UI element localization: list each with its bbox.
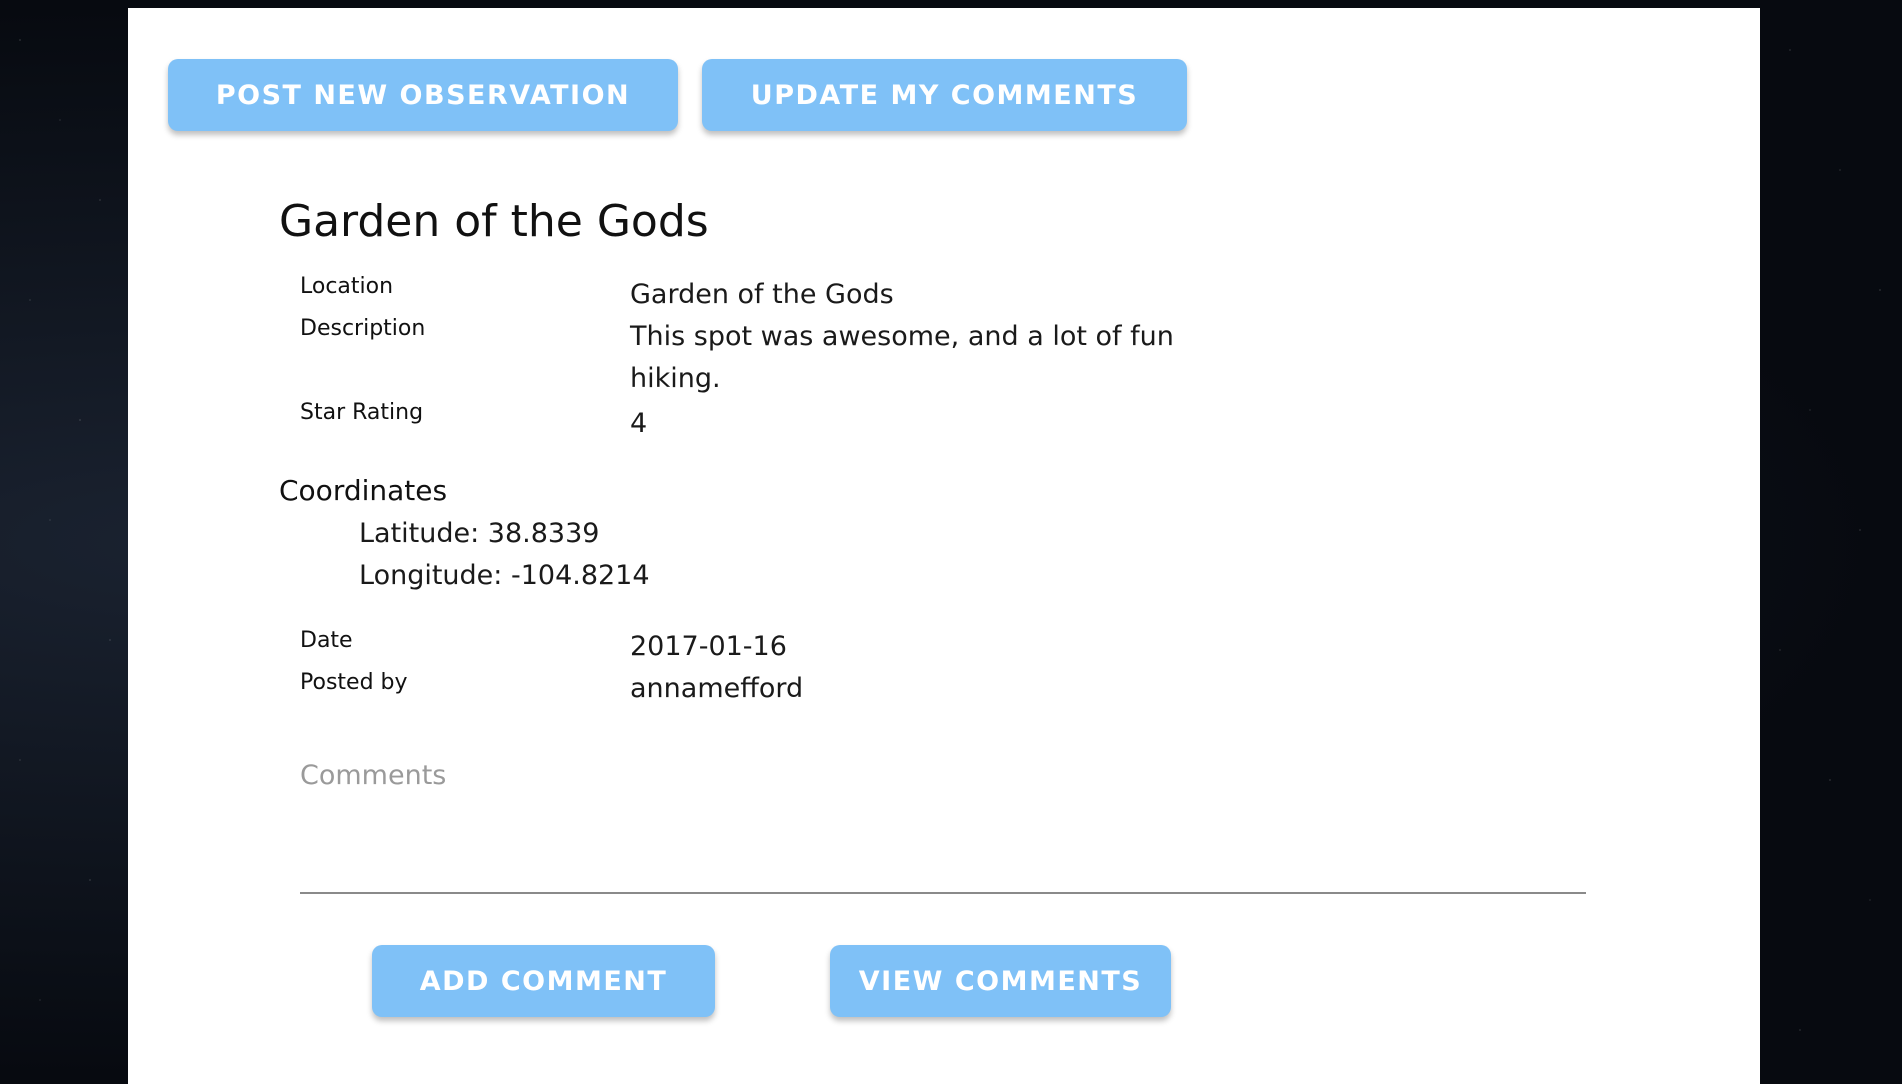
add-comment-button[interactable]: ADD COMMENT [372,945,715,1017]
description-label: Description [300,316,426,341]
date-label: Date [300,628,353,653]
star-rating-label: Star Rating [300,400,424,425]
comments-input[interactable] [300,758,1586,894]
observation-panel: POST NEW OBSERVATION UPDATE MY COMMENTS … [128,8,1760,1084]
location-label: Location [300,274,394,299]
location-value: Garden of the Gods [630,279,894,310]
posted-by-label: Posted by [300,670,408,695]
view-comments-button[interactable]: VIEW COMMENTS [830,945,1171,1017]
latitude-value: Latitude: 38.8339 [359,518,600,549]
date-value: 2017-01-16 [630,631,787,662]
update-my-comments-button[interactable]: UPDATE MY COMMENTS [702,59,1187,131]
star-rating-value: 4 [630,408,648,439]
post-new-observation-button[interactable]: POST NEW OBSERVATION [168,59,678,131]
top-toolbar: POST NEW OBSERVATION UPDATE MY COMMENTS [168,59,1187,131]
description-value: This spot was awesome, and a lot of fun … [630,321,1174,394]
observation-title: Garden of the Gods [279,196,709,247]
posted-by-value: annamefford [630,673,804,704]
coordinates-heading: Coordinates [279,474,448,507]
longitude-value: Longitude: -104.8214 [359,560,650,591]
